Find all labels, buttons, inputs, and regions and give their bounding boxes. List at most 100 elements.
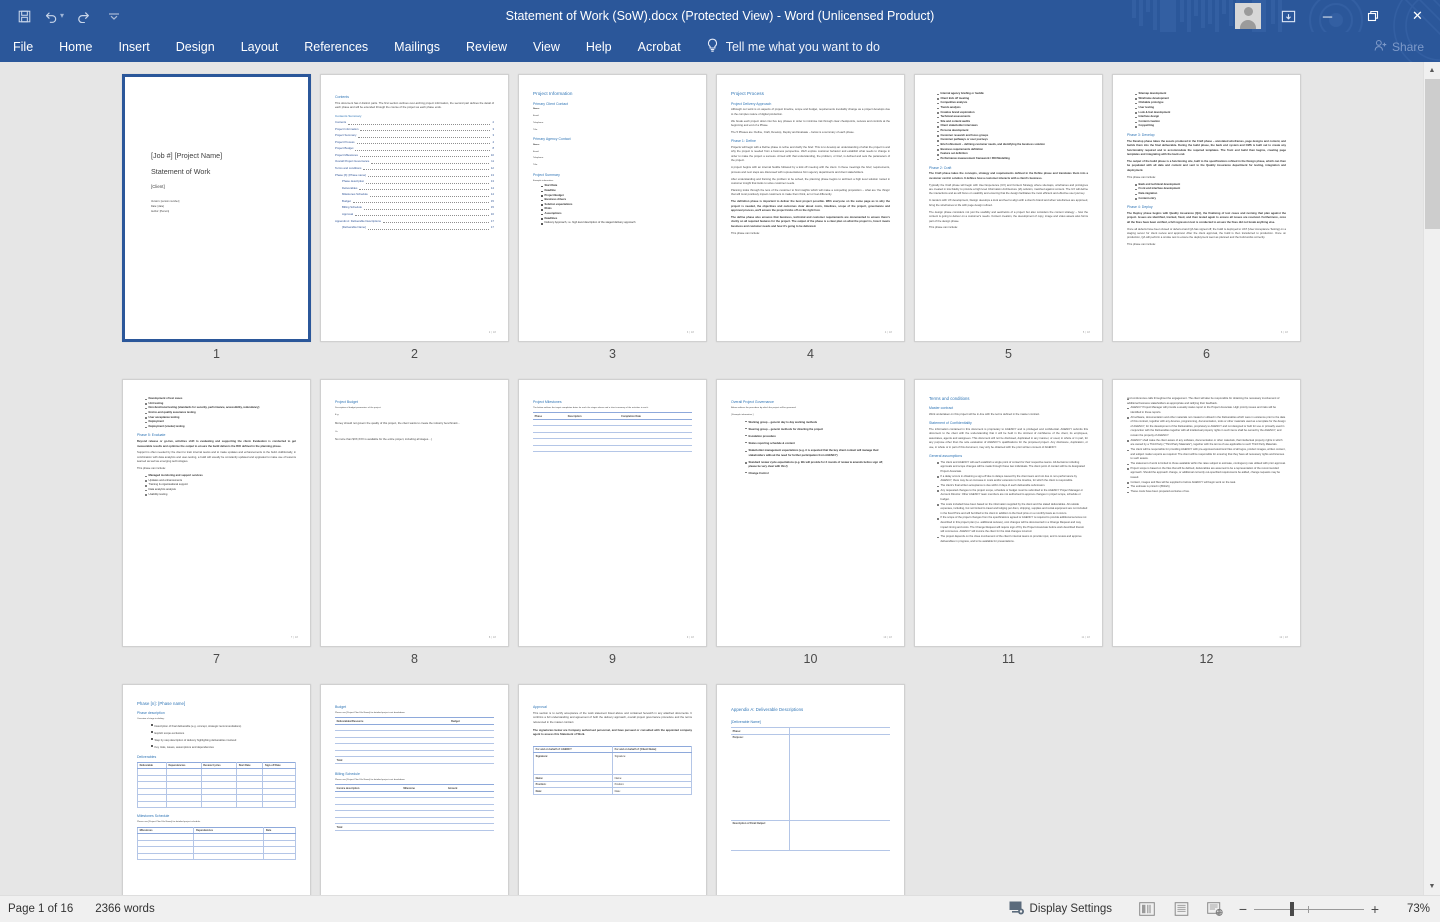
- page-thumbnail-2[interactable]: Contents This document has 2 distinct pa…: [320, 74, 509, 342]
- display-settings-button[interactable]: Display Settings: [1009, 901, 1112, 918]
- budget-table: Deliverables/Resource Budget Total: [335, 717, 494, 764]
- paragraph: Although our work is on aspects of proje…: [731, 108, 890, 116]
- tab-references[interactable]: References: [291, 32, 381, 62]
- phase-description-heading: Phase description: [137, 711, 165, 716]
- paragraph: This section is to certify acceptance of…: [533, 711, 692, 724]
- page-thumbnail-4[interactable]: Project Process Project Delivery Approac…: [716, 74, 905, 342]
- page-cell: Project Budget Description of budget par…: [316, 379, 514, 666]
- toc-entry[interactable]: [Deliverable Name] 17: [335, 224, 494, 231]
- scrollbar-thumb[interactable]: [1424, 79, 1440, 229]
- zoom-slider-thumb[interactable]: [1290, 902, 1294, 916]
- page-thumbnail-10[interactable]: Overall Project Governance Below outline…: [716, 379, 905, 647]
- tab-view[interactable]: View: [520, 32, 573, 62]
- page-thumbnail-7[interactable]: Development of test cases Unit testing N…: [122, 379, 311, 647]
- project-summary-heading: Project Summary: [533, 172, 560, 177]
- tab-mailings[interactable]: Mailings: [381, 32, 453, 62]
- milestones-schedule-table: Milestones Dependencies Date: [136, 826, 296, 861]
- page-thumbnail-16[interactable]: Appendix A: Deliverable Descriptions [De…: [716, 684, 905, 895]
- list-item: Project scope is based on the files that…: [1127, 467, 1286, 481]
- minimize-button[interactable]: ─: [1305, 0, 1350, 32]
- field-email: Email:: [533, 115, 540, 118]
- scroll-down-arrow[interactable]: ▼: [1423, 878, 1440, 895]
- page-thumbnail-1[interactable]: [Job #] [Project Name] Statement of Work…: [122, 74, 311, 342]
- tab-review[interactable]: Review: [453, 32, 520, 62]
- vertical-scrollbar[interactable]: ▲ ▼: [1423, 62, 1440, 895]
- paragraph: Planning looks through the lens of the c…: [731, 188, 890, 197]
- print-layout-button[interactable]: [1164, 898, 1198, 920]
- contents-summary-heading: Contents Summary: [335, 113, 362, 118]
- page-thumbnail-3[interactable]: Project Information Primary Client Conta…: [518, 74, 707, 342]
- web-layout-button[interactable]: [1198, 898, 1232, 920]
- page-footer: 7 | 18: [290, 636, 298, 639]
- scroll-up-arrow[interactable]: ▲: [1423, 62, 1440, 79]
- list-item: Explicit scope exclusions: [151, 730, 296, 737]
- ribbon-display-options-icon[interactable]: [1271, 0, 1305, 32]
- zoom-out-button[interactable]: −: [1232, 898, 1254, 920]
- paragraph: Projects will begin with a Define phase …: [731, 146, 890, 163]
- contents-intro: This document has 2 distinct parts. The …: [335, 101, 494, 110]
- field-title: Title:: [533, 164, 538, 167]
- word-count[interactable]: 2366 words: [95, 903, 154, 915]
- phase-4-heading: Phase 4: Deploy: [1127, 205, 1153, 210]
- table-row: Signature: Signature:: [533, 752, 692, 776]
- status-left: Page 1 of 16 2366 words: [0, 903, 155, 915]
- zoom-in-button[interactable]: +: [1364, 898, 1386, 920]
- table-row: Description of Final Output:: [731, 819, 890, 851]
- tab-home[interactable]: Home: [46, 32, 105, 62]
- list-item: AGENCY Project Manager will provide a we…: [1127, 406, 1286, 415]
- row-label: Date:: [533, 787, 613, 795]
- page-indicator[interactable]: Page 1 of 16: [8, 903, 73, 915]
- close-button[interactable]: ✕: [1395, 0, 1440, 32]
- page-footer: 2 | 18: [488, 331, 496, 334]
- table-total-row: Total: [335, 823, 494, 831]
- list-item: Status reporting schedule & content: [745, 440, 890, 447]
- page-thumbnail-14[interactable]: Budget Please use [Project Plan File Nam…: [320, 684, 509, 895]
- confidentiality-heading: Statement of Confidentiality: [929, 421, 972, 426]
- page-cell: and conferences calls throughout the eng…: [1108, 379, 1306, 666]
- billing-schedule-table: Invoice description Milestone Amount Tot…: [335, 784, 494, 831]
- page-number-label: 3: [609, 347, 616, 361]
- save-icon[interactable]: [10, 3, 38, 29]
- page-thumbnail-13[interactable]: Phase [n]: [Phase name] Phase descriptio…: [122, 684, 311, 895]
- project-summary-note: Example information:: [533, 179, 554, 182]
- field-telephone: Telephone:: [533, 121, 544, 124]
- page-thumbnail-6[interactable]: Sitemap development Wireframe developmen…: [1112, 74, 1301, 342]
- undo-icon[interactable]: ▾: [40, 3, 68, 29]
- page-number-label: 10: [803, 652, 818, 666]
- zoom-level-label[interactable]: 73%: [1386, 903, 1430, 915]
- tab-layout[interactable]: Layout: [228, 32, 292, 62]
- page-thumbnail-8[interactable]: Project Budget Description of budget par…: [320, 379, 509, 647]
- client-contact-heading: Primary Client Contact: [533, 101, 569, 106]
- tab-file[interactable]: File: [0, 32, 46, 62]
- list-item: Deployment (smoke) testing: [145, 425, 296, 430]
- page-number-label: 8: [411, 652, 418, 666]
- paragraph: The Develop phase takes the assets produ…: [1127, 139, 1286, 157]
- page-thumbnail-15[interactable]: Approval This section is to certify acce…: [518, 684, 707, 895]
- share-button[interactable]: Share: [1374, 32, 1440, 62]
- read-mode-button[interactable]: [1130, 898, 1164, 920]
- redo-icon[interactable]: [70, 3, 98, 29]
- customize-quick-access-icon[interactable]: [100, 3, 128, 29]
- page-footer: 3 | 18: [686, 331, 694, 334]
- budget-heading: Budget: [335, 705, 347, 709]
- zoom-slider[interactable]: [1254, 898, 1364, 920]
- tab-help[interactable]: Help: [573, 32, 625, 62]
- paragraph: In tandem with UX development, Design de…: [929, 199, 1088, 207]
- page-thumbnail-11[interactable]: Terms and conditions Master contract Wor…: [914, 379, 1103, 647]
- restore-button[interactable]: [1350, 0, 1395, 32]
- tab-acrobat[interactable]: Acrobat: [625, 32, 694, 62]
- scrollbar-track[interactable]: [1423, 79, 1440, 878]
- account-avatar[interactable]: [1235, 3, 1261, 29]
- list-item: Working group – generic day to day worki…: [745, 419, 890, 426]
- zoom-slider-midpoint: [1308, 905, 1309, 913]
- tab-insert[interactable]: Insert: [106, 32, 163, 62]
- paragraph: This phase can include:: [731, 231, 760, 235]
- page-thumbnail-9[interactable]: Project Milestones The below outlines th…: [518, 379, 707, 647]
- page-thumbnail-5[interactable]: Internal agency briefing or huddle Clien…: [914, 74, 1103, 342]
- tell-me-search[interactable]: Tell me what you want to do: [706, 32, 880, 62]
- list-item: Steering group – generic methods for dir…: [745, 426, 890, 433]
- page-cell: Sitemap development Wireframe developmen…: [1108, 74, 1306, 361]
- tab-design[interactable]: Design: [163, 32, 228, 62]
- page-thumbnail-12[interactable]: and conferences calls throughout the eng…: [1112, 379, 1301, 647]
- share-person-icon: [1374, 39, 1387, 55]
